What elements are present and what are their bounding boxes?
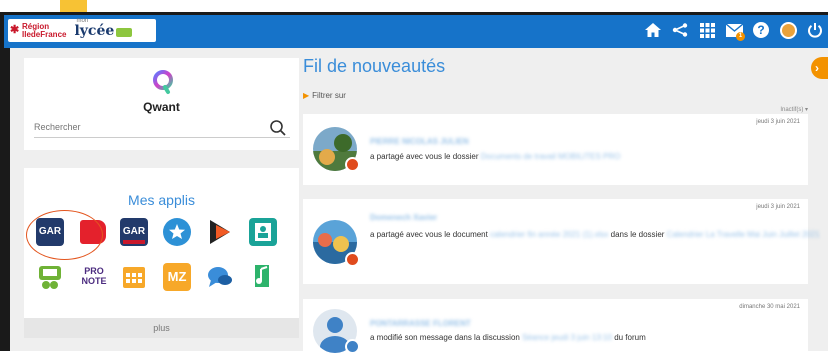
filter-arrow-icon: ▶ xyxy=(303,91,310,100)
qwant-widget: Qwant xyxy=(24,58,299,150)
qwant-logo-icon xyxy=(153,70,173,94)
feed-item[interactable]: dimanche 30 mai 2021 PONTARRASSE FLORENT… xyxy=(303,299,808,359)
mz-label: MZ xyxy=(167,269,187,284)
chat-app-icon[interactable] xyxy=(206,263,234,291)
item-action: a partagé avec vous le dossier xyxy=(370,152,479,161)
highlight-circle xyxy=(26,210,103,260)
item-author[interactable]: Domenech Xavier xyxy=(370,213,437,222)
power-icon[interactable] xyxy=(806,21,824,39)
region-logo: ✱ Région IledeFrance xyxy=(8,22,67,39)
logo-lycee-text: lycée xyxy=(74,22,115,39)
help-label: ? xyxy=(753,22,769,38)
feed-item[interactable]: jeudi 3 juin 2021 Domenech Xavier a part… xyxy=(303,199,820,284)
monlycee-logo: mon lycée xyxy=(74,18,115,39)
play-arrow-app-icon[interactable] xyxy=(206,218,234,246)
folder-badge-icon xyxy=(345,157,360,172)
item-date: jeudi 3 juin 2021 xyxy=(756,119,800,125)
message-badge-icon xyxy=(345,339,360,354)
apps-grid-icon[interactable] xyxy=(698,21,716,39)
home-icon[interactable] xyxy=(644,21,662,39)
more-apps-button[interactable]: plus xyxy=(24,318,299,338)
gar-eleve-label: GAR xyxy=(122,226,146,237)
feed-title: Fil de nouveautés xyxy=(303,56,446,76)
search-underline xyxy=(34,137,290,138)
contact-card-app-icon[interactable] xyxy=(249,218,277,246)
item-object-link[interactable]: Séance jeudi 3 juin 13:10 xyxy=(522,333,612,342)
item-date: dimanche 30 mai 2021 xyxy=(739,304,800,310)
blue-star-app-icon[interactable] xyxy=(163,218,191,246)
item-action: a modifié son message dans la discussion xyxy=(370,333,520,342)
orange-tab xyxy=(60,0,87,12)
filter-toggle[interactable]: ▶ Filtrer sur xyxy=(303,91,346,100)
music-app-icon[interactable] xyxy=(249,263,277,291)
item-action: a partagé avec vous le document xyxy=(370,230,488,239)
item-author[interactable]: PIERRE NICOLAS JULIEN xyxy=(370,137,469,146)
top-navigation-bar: ✱ Région IledeFrance mon lycée 1 ? xyxy=(4,15,828,48)
inactive-filter[interactable]: Inactif(s) ▾ xyxy=(780,106,808,113)
share-icon[interactable] xyxy=(671,21,689,39)
main-content: Qwant Mes applis GAR GAR xyxy=(10,48,828,359)
logo-mon-text: mon xyxy=(76,17,89,24)
avatar xyxy=(779,21,797,39)
region-star-icon: ✱ xyxy=(10,23,20,36)
pronote-label: PRO NOTE xyxy=(81,266,107,286)
teacher-app-icon[interactable] xyxy=(36,263,64,291)
qwant-name: Qwant xyxy=(143,100,180,114)
item-folder-link[interactable]: Calendrier La Travelle Mai Juin Juillet … xyxy=(667,230,820,239)
nav-icons: 1 ? xyxy=(644,21,824,41)
search-icon[interactable] xyxy=(269,119,287,137)
item-object-link[interactable]: calendrier fin année 2021 (1).xlsx xyxy=(490,230,608,239)
filter-label: Filtrer sur xyxy=(312,91,346,100)
item-object-link[interactable]: Documents de travail MOBILITES PRO xyxy=(481,152,621,161)
my-apps-widget: Mes applis GAR GAR PRO NOTE MZ plus xyxy=(24,168,299,338)
region-line2: IledeFrance xyxy=(22,29,67,39)
gar-sub-strip xyxy=(123,240,145,244)
feed-item[interactable]: jeudi 3 juin 2021 PIERRE NICOLAS JULIEN … xyxy=(303,114,808,185)
calendar-app-icon[interactable] xyxy=(120,263,148,291)
apps-title: Mes applis xyxy=(128,192,195,208)
user-avatar-icon[interactable] xyxy=(779,21,797,39)
side-panel-toggle-icon[interactable]: › xyxy=(811,57,828,79)
mail-icon[interactable]: 1 xyxy=(725,21,745,41)
item-date: jeudi 3 juin 2021 xyxy=(756,204,800,210)
pronote-app-icon[interactable]: PRO NOTE xyxy=(80,263,108,291)
logo-badge-icon xyxy=(116,28,133,37)
site-logo[interactable]: ✱ Région IledeFrance mon lycée xyxy=(8,18,156,42)
mz-app-icon[interactable]: MZ xyxy=(163,263,191,291)
item-suffix: du forum xyxy=(614,333,646,342)
help-icon[interactable]: ? xyxy=(752,21,770,39)
gar-eleve-app-icon[interactable]: GAR xyxy=(120,218,148,246)
item-suffix: dans le dossier xyxy=(610,230,665,239)
mail-count-badge: 1 xyxy=(736,32,745,41)
page: ✱ Région IledeFrance mon lycée 1 ? Qwant… xyxy=(0,0,828,359)
search-input[interactable] xyxy=(34,120,224,134)
item-author[interactable]: PONTARRASSE FLORENT xyxy=(370,319,471,328)
folder-badge-icon xyxy=(345,252,360,267)
